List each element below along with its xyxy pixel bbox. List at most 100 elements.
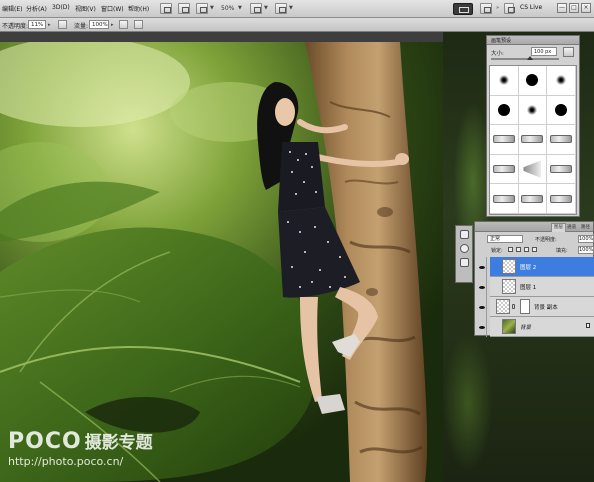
eye-icon	[478, 265, 485, 269]
layer-opacity-field[interactable]: 100%	[578, 235, 594, 243]
opacity-field[interactable]: 11%	[28, 20, 46, 29]
layer-name: 图层 1	[520, 285, 537, 291]
menu-bar: 编辑(E) 分析(A) 3D(D) 视图(V) 窗口(W) 帮助(H) ▼ 50…	[0, 0, 594, 18]
lock-position-icon[interactable]	[524, 247, 529, 252]
maximize-button[interactable]: □	[569, 3, 579, 13]
close-button[interactable]: ×	[581, 3, 591, 13]
brush-preset[interactable]	[518, 125, 548, 155]
new-brush-preset-button[interactable]	[563, 47, 574, 57]
layer-name: 背景 副本	[534, 305, 558, 311]
brush-preset[interactable]	[547, 184, 576, 214]
bridge-icon[interactable]	[160, 3, 172, 14]
brush-preset[interactable]	[518, 154, 548, 185]
layer-row[interactable]: 背景	[478, 317, 594, 337]
eye-icon	[478, 285, 485, 289]
layer-row[interactable]: 背景 副本	[478, 297, 594, 317]
tablet-pressure-size-icon[interactable]	[134, 20, 143, 29]
menu-view[interactable]: 视图(V)	[75, 4, 96, 13]
tablet-pressure-opacity-icon[interactable]	[58, 20, 67, 29]
visibility-toggle[interactable]	[477, 297, 487, 317]
mini-bridge-icon[interactable]	[178, 3, 190, 14]
info-icon[interactable]	[460, 244, 469, 253]
chevron-down-icon[interactable]: ▼	[238, 5, 242, 11]
watermark-title: 摄影专题	[84, 433, 153, 453]
menu-3d[interactable]: 3D(D)	[52, 4, 70, 11]
chevron-down-icon[interactable]: ▼	[210, 5, 214, 11]
menu-help[interactable]: 帮助(H)	[128, 4, 149, 13]
airbrush-icon[interactable]	[119, 20, 128, 29]
visibility-toggle[interactable]	[477, 277, 487, 297]
menu-analysis[interactable]: 分析(A)	[26, 4, 47, 13]
double-chevron-icon[interactable]: »	[496, 5, 499, 11]
lock-transparent-icon[interactable]	[508, 247, 513, 252]
size-label: 大小:	[491, 51, 504, 57]
menu-window[interactable]: 窗口(W)	[101, 4, 124, 13]
chevron-down-icon[interactable]: ▸	[111, 22, 114, 28]
brush-preset[interactable]	[490, 154, 519, 185]
layer-mask-thumbnail[interactable]	[520, 299, 530, 314]
zoom-level[interactable]: 50%	[221, 5, 234, 12]
arrange-documents-icon[interactable]	[250, 3, 262, 14]
chevron-down-icon[interactable]: ▼	[264, 5, 268, 11]
history-icon[interactable]	[460, 230, 469, 239]
blend-mode-select[interactable]: 正常	[487, 235, 523, 243]
eye-icon	[478, 325, 485, 329]
brush-preset[interactable]	[547, 125, 576, 155]
link-icon[interactable]	[512, 304, 515, 309]
size-slider-thumb[interactable]	[527, 56, 533, 60]
panel-dock	[455, 225, 473, 283]
tab-brush-presets[interactable]: 画笔预设	[491, 37, 511, 44]
brush-preset[interactable]	[547, 154, 576, 185]
tab-layers[interactable]: 图层	[551, 223, 566, 232]
brush-preset[interactable]	[518, 184, 548, 214]
lock-all-icon[interactable]	[532, 247, 537, 252]
brush-panel-tabbar: 画笔预设	[487, 36, 579, 45]
minimize-button[interactable]: —	[557, 3, 567, 13]
document-canvas[interactable]	[0, 42, 443, 482]
watermark-brand: POCO	[8, 429, 82, 454]
lock-image-icon[interactable]	[516, 247, 521, 252]
screen-mode-icon[interactable]	[275, 3, 287, 14]
layer-row[interactable]: 图层 1	[478, 277, 594, 297]
canvas-frame	[0, 32, 443, 42]
fill-label: 填充:	[556, 248, 568, 254]
layer-row[interactable]: 图层 2	[478, 257, 594, 277]
visibility-toggle[interactable]	[477, 257, 487, 277]
size-slider[interactable]	[491, 58, 559, 60]
view-extras-icon[interactable]	[196, 3, 208, 14]
flow-label: 流量:	[74, 23, 89, 30]
visibility-toggle[interactable]	[477, 317, 487, 337]
lock-label: 锁定:	[491, 248, 503, 254]
layers-panel: 图层 通道 路径 正常 不透明度: 100% 锁定: 填充: 100% 图层 2…	[474, 221, 594, 337]
menu-edit[interactable]: 编辑(E)	[2, 4, 22, 13]
tab-paths[interactable]: 路径	[581, 224, 590, 230]
brush-preset[interactable]	[490, 95, 519, 126]
workspace-switcher-button[interactable]	[453, 3, 473, 15]
size-field[interactable]: 100 px	[531, 47, 557, 56]
brush-preset[interactable]	[490, 66, 519, 96]
opacity-label: 不透明度:	[2, 23, 29, 30]
layers-panel-tabbar: 图层 通道 路径	[475, 222, 593, 232]
brush-preset[interactable]	[518, 66, 548, 96]
brush-preset[interactable]	[547, 66, 576, 96]
lock-icon	[586, 323, 590, 328]
brush-grid	[489, 65, 577, 215]
flow-field[interactable]: 100%	[89, 20, 109, 29]
fill-field[interactable]: 100%	[578, 246, 594, 254]
layer-thumbnail	[502, 259, 516, 274]
watermark-url: http://photo.poco.cn/	[8, 455, 124, 468]
brush-preset[interactable]	[547, 95, 576, 126]
layer-name: 图层 2	[520, 265, 537, 271]
tool-presets-icon[interactable]	[460, 258, 469, 267]
layer-name: 背景	[520, 325, 532, 331]
layer-thumbnail	[496, 299, 510, 314]
cs-live-menu[interactable]: CS Live	[520, 4, 542, 11]
brush-preset[interactable]	[490, 125, 519, 155]
workspace-design-icon[interactable]	[480, 3, 492, 14]
search-icon[interactable]	[504, 3, 515, 14]
brush-preset[interactable]	[518, 95, 548, 126]
tab-channels[interactable]: 通道	[567, 224, 576, 230]
brush-preset[interactable]	[490, 184, 519, 214]
chevron-down-icon[interactable]: ▸	[48, 22, 51, 28]
chevron-down-icon[interactable]: ▼	[289, 5, 293, 11]
